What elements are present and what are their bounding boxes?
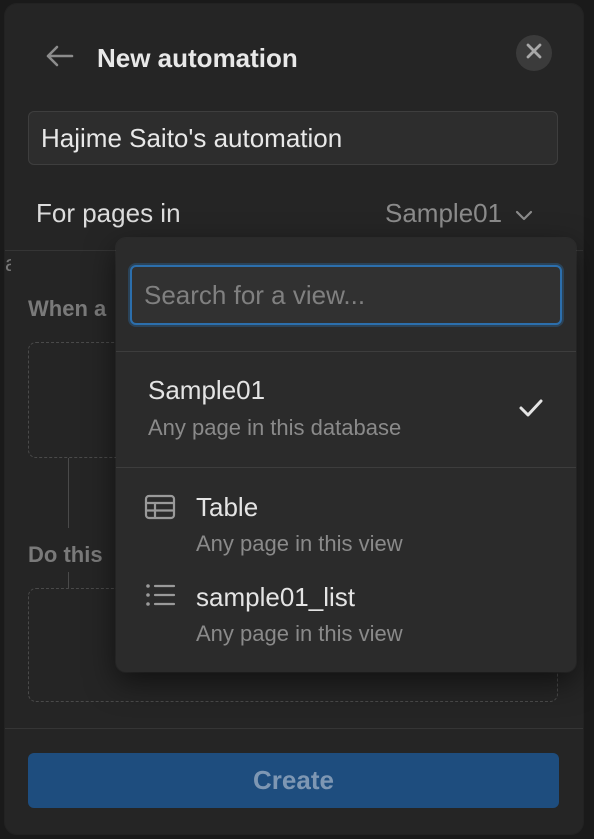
edge-fragment: a — [5, 249, 11, 279]
trigger-section-label: When a — [28, 296, 107, 321]
option-subtitle: Any page in this view — [196, 621, 403, 646]
flow-connector — [68, 458, 69, 528]
page-title: New automation — [97, 43, 298, 73]
list-icon — [144, 582, 176, 613]
option-view-sample01-list[interactable]: sample01_list Any page in this view — [116, 568, 576, 658]
dropdown-divider — [116, 467, 576, 468]
option-title: Sample01 — [148, 375, 266, 405]
database-select[interactable]: Sample01 — [385, 194, 534, 232]
option-title: Table — [196, 492, 259, 522]
footer-divider — [5, 728, 583, 729]
flow-connector — [68, 572, 69, 588]
automation-name-input[interactable] — [28, 111, 558, 165]
option-title: sample01_list — [196, 582, 355, 612]
option-view-table[interactable]: Table Any page in this view — [116, 478, 576, 564]
view-search-input[interactable] — [132, 267, 560, 323]
arrow-left-icon — [44, 44, 74, 73]
checkmark-icon — [518, 397, 544, 424]
action-section-label: Do this — [28, 542, 103, 567]
close-icon — [525, 42, 543, 65]
scope-label: For pages in — [36, 198, 181, 228]
back-button[interactable] — [39, 38, 79, 78]
create-button[interactable]: Create — [28, 753, 559, 808]
option-database-sample01[interactable]: Sample01 Any page in this database — [116, 352, 576, 467]
chevron-down-icon — [514, 198, 534, 229]
option-subtitle: Any page in this database — [148, 415, 402, 440]
view-picker-dropdown: Sample01 Any page in this database Table… — [116, 238, 576, 672]
database-select-value: Sample01 — [385, 197, 503, 228]
option-subtitle: Any page in this view — [196, 531, 403, 556]
view-search-box — [130, 265, 562, 325]
close-button[interactable] — [516, 35, 552, 71]
table-icon — [144, 494, 176, 525]
